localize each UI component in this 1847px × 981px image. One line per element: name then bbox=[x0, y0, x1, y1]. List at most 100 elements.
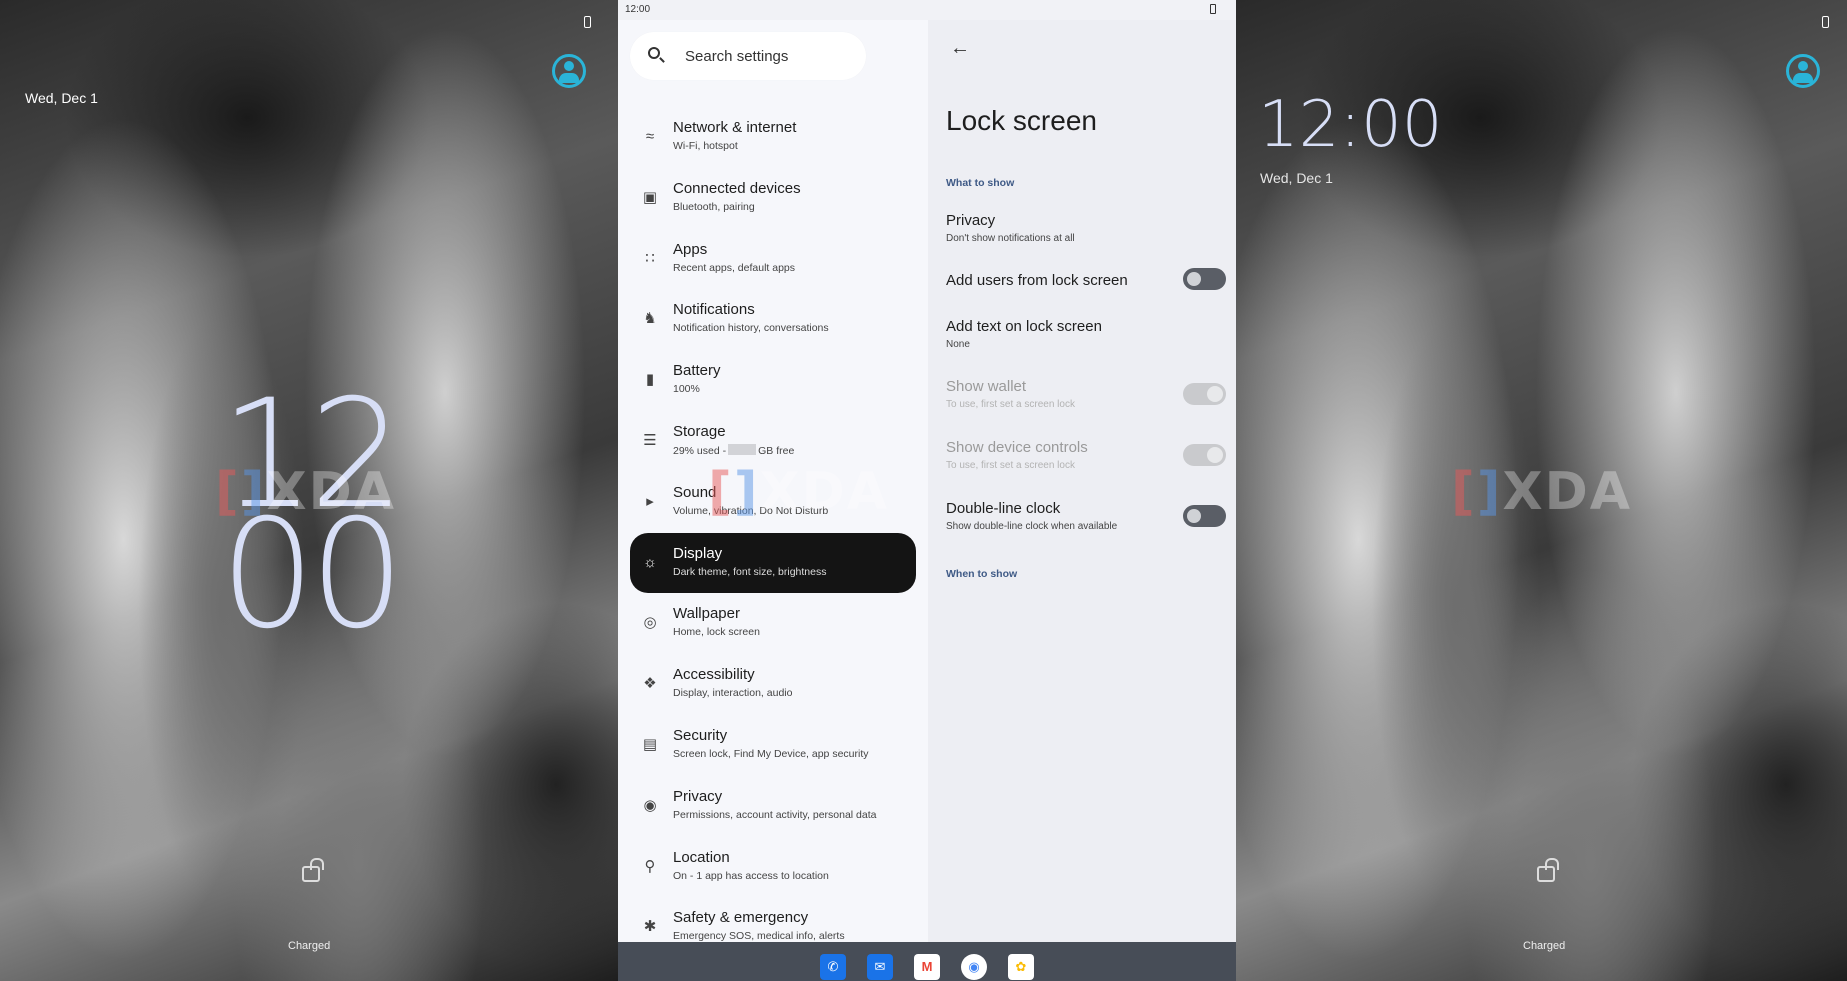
section-header-when: When to show bbox=[946, 568, 1018, 580]
messages-icon[interactable]: ✉ bbox=[867, 954, 893, 980]
single-line-clock: 12:00 bbox=[1258, 88, 1443, 162]
menu-item-location[interactable]: ⚲ Location On - 1 app has access to loca… bbox=[618, 837, 928, 898]
palette-icon: ◎ bbox=[643, 614, 657, 632]
menu-item-title: Wallpaper bbox=[673, 605, 740, 623]
menu-item-security[interactable]: ▤ Security Screen lock, Find My Device, … bbox=[618, 715, 928, 776]
search-input[interactable]: Search settings bbox=[630, 32, 866, 80]
search-placeholder: Search settings bbox=[685, 48, 789, 65]
add-users-row[interactable]: Add users from lock screen bbox=[946, 272, 1221, 289]
storage-used: 29% used - bbox=[673, 444, 727, 457]
lock-date: Wed, Dec 1 bbox=[25, 90, 98, 106]
menu-item-subtitle: Home, lock screen bbox=[673, 626, 760, 639]
menu-item-subtitle: Dark theme, font size, brightness bbox=[673, 565, 827, 578]
user-avatar-icon[interactable] bbox=[552, 54, 586, 88]
battery-icon: ▮ bbox=[645, 371, 655, 389]
menu-item-subtitle: Emergency SOS, medical info, alerts bbox=[673, 930, 845, 943]
row-subtitle: Don't show notifications at all bbox=[946, 233, 1075, 244]
show-wallet-row: Show wallet To use, first set a screen l… bbox=[946, 378, 1221, 410]
menu-item-title: Security bbox=[673, 726, 728, 744]
menu-item-subtitle: Bluetooth, pairing bbox=[673, 200, 755, 213]
battery-icon bbox=[584, 16, 591, 28]
unlock-icon[interactable] bbox=[302, 858, 324, 882]
menu-item-apps[interactable]: ∷ Apps Recent apps, default apps bbox=[618, 229, 928, 290]
menu-item-title: Location bbox=[673, 848, 730, 866]
settings-device: 12:00 Search settings ≈ Network & intern… bbox=[618, 0, 1236, 981]
menu-item-title: Connected devices bbox=[673, 179, 801, 197]
phone-icon[interactable]: ✆ bbox=[820, 954, 846, 980]
page-title: Lock screen bbox=[946, 105, 1097, 136]
menu-item-subtitle: On - 1 app has access to location bbox=[673, 869, 829, 882]
location-pin-icon: ⚲ bbox=[644, 857, 656, 875]
bell-icon: ♞ bbox=[643, 310, 657, 328]
row-subtitle: To use, first set a screen lock bbox=[946, 460, 1075, 471]
watermark: []XDA bbox=[1451, 462, 1633, 522]
menu-item-subtitle: Notification history, conversations bbox=[673, 322, 829, 335]
show-device-controls-toggle bbox=[1183, 444, 1226, 466]
menu-item-privacy[interactable]: ◉ Privacy Permissions, account activity,… bbox=[618, 776, 928, 837]
menu-item-subtitle: Permissions, account activity, personal … bbox=[673, 808, 877, 821]
charging-status: Charged bbox=[1523, 940, 1566, 952]
menu-item-title: Notifications bbox=[673, 301, 755, 319]
back-arrow-icon[interactable]: ← bbox=[946, 34, 974, 62]
battery-icon bbox=[1210, 4, 1216, 14]
user-avatar-icon[interactable] bbox=[1786, 54, 1820, 88]
menu-item-notifications[interactable]: ♞ Notifications Notification history, co… bbox=[618, 289, 928, 350]
double-line-clock-toggle[interactable] bbox=[1183, 505, 1226, 527]
status-time: 12:00 bbox=[625, 4, 651, 15]
section-header-what: What to show bbox=[946, 177, 1015, 189]
add-text-row[interactable]: Add text on lock screen None bbox=[946, 318, 1221, 350]
chrome-icon[interactable]: ◉ bbox=[961, 954, 987, 980]
lock-icon: ▤ bbox=[642, 735, 658, 753]
gmail-icon[interactable]: M bbox=[914, 954, 940, 980]
lock-date: Wed, Dec 1 bbox=[1260, 170, 1333, 186]
privacy-row[interactable]: Privacy Don't show notifications at all bbox=[946, 212, 1221, 244]
clock-minutes: 00 bbox=[220, 488, 405, 662]
row-title: Add users from lock screen bbox=[946, 272, 1128, 289]
menu-item-subtitle: 29% used - GB free bbox=[673, 443, 795, 457]
menu-item-title: Network & internet bbox=[673, 119, 797, 136]
brightness-icon: ☼ bbox=[643, 553, 657, 571]
menu-item-connected-devices[interactable]: ▣ Connected devices Bluetooth, pairing bbox=[618, 168, 928, 229]
show-wallet-toggle bbox=[1183, 383, 1226, 405]
lock-screen-left: Wed, Dec 1 12 00 []XDA Charged bbox=[0, 0, 618, 981]
wifi-icon: ≈ bbox=[645, 128, 655, 145]
lock-screen-detail-pane: ← Lock screen What to show Privacy Don't… bbox=[928, 20, 1236, 942]
photos-icon[interactable]: ✿ bbox=[1008, 954, 1034, 980]
menu-item-wallpaper[interactable]: ◎ Wallpaper Home, lock screen bbox=[618, 593, 928, 654]
menu-item-display[interactable]: ☼ Display Dark theme, font size, brightn… bbox=[630, 532, 916, 594]
storage-icon: ☰ bbox=[643, 431, 657, 449]
menu-item-title: Privacy bbox=[673, 787, 723, 805]
menu-item-accessibility[interactable]: ❖ Accessibility Display, interaction, au… bbox=[618, 654, 928, 715]
charging-status: Charged bbox=[288, 940, 331, 952]
row-subtitle: Show double-line clock when available bbox=[946, 521, 1118, 532]
row-title: Add text on lock screen bbox=[946, 318, 1102, 335]
menu-item-subtitle: Recent apps, default apps bbox=[673, 261, 796, 274]
row-title: Privacy bbox=[946, 212, 996, 229]
row-title: Show device controls bbox=[946, 439, 1088, 456]
apps-icon: ∷ bbox=[645, 249, 655, 267]
status-bar: 12:00 bbox=[618, 0, 1236, 20]
accessibility-icon: ❖ bbox=[643, 675, 657, 693]
settings-menu: ≈ Network & internet Wi-Fi, hotspot ▣ Co… bbox=[618, 107, 928, 958]
lock-screen-right: 12:00 Wed, Dec 1 []XDA Charged bbox=[1236, 0, 1847, 981]
menu-item-subtitle: Display, interaction, audio bbox=[673, 687, 793, 700]
storage-free: GB free bbox=[758, 444, 795, 457]
double-line-clock-row[interactable]: Double-line clock Show double-line clock… bbox=[946, 500, 1221, 532]
unlock-icon[interactable] bbox=[1537, 858, 1559, 882]
add-users-toggle[interactable] bbox=[1183, 268, 1226, 290]
menu-item-battery[interactable]: ▮ Battery 100% bbox=[618, 350, 928, 411]
menu-item-title: Display bbox=[673, 544, 723, 562]
menu-item-title: Apps bbox=[673, 240, 708, 258]
menu-item-title: Accessibility bbox=[673, 666, 755, 684]
menu-item-network[interactable]: ≈ Network & internet Wi-Fi, hotspot bbox=[618, 107, 928, 168]
menu-item-subtitle: 100% bbox=[673, 383, 700, 396]
menu-item-title: Safety & emergency bbox=[673, 909, 809, 927]
watermark: []XDA bbox=[708, 462, 890, 522]
speaker-icon: ▸ bbox=[646, 492, 654, 510]
asterisk-icon: ✱ bbox=[643, 918, 657, 936]
devices-icon: ▣ bbox=[642, 188, 658, 206]
menu-item-subtitle: Screen lock, Find My Device, app securit… bbox=[673, 747, 869, 760]
watermark: []XDA bbox=[215, 462, 397, 522]
search-icon bbox=[648, 47, 660, 59]
menu-item-title: Battery bbox=[673, 362, 721, 380]
